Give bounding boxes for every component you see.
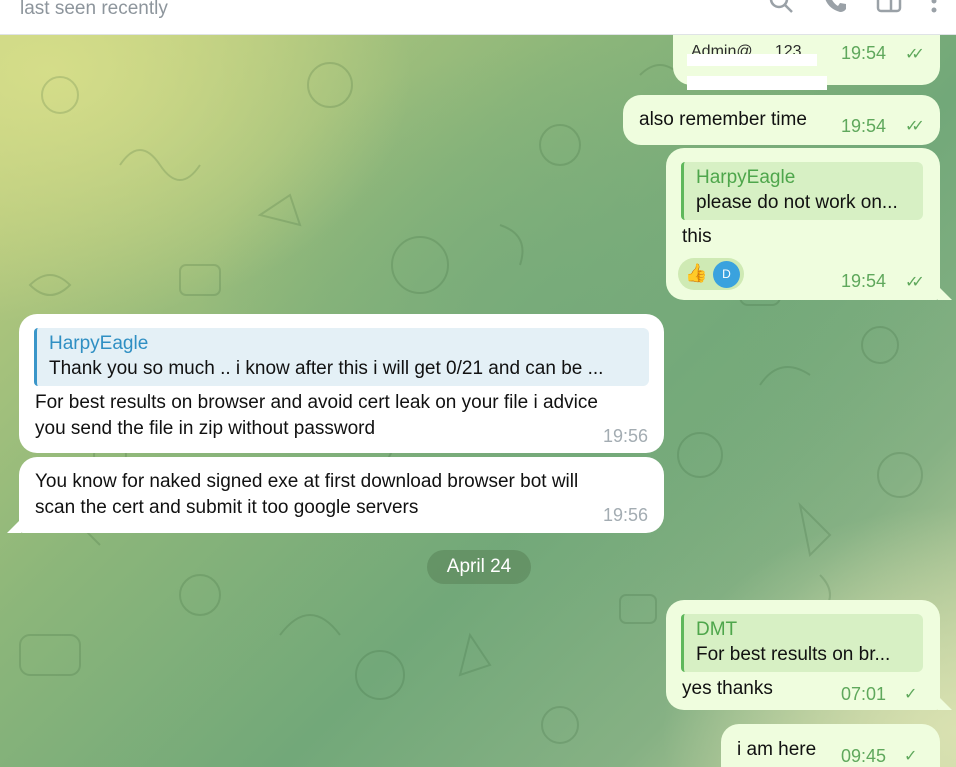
thumbs-up-icon: 👍 — [685, 263, 708, 283]
message-bubble-outgoing[interactable]: Admin@ ... 123 19:54 ✓✓ — [673, 35, 940, 90]
message-text: also remember time — [639, 109, 807, 130]
reply-preview[interactable]: DMT For best results on br... — [681, 614, 923, 672]
more-icon[interactable] — [930, 0, 938, 19]
search-icon[interactable] — [768, 0, 794, 19]
message-text-line: For best results on browser and avoid ce… — [35, 392, 598, 413]
phone-icon[interactable] — [822, 0, 848, 19]
message-bubble-incoming[interactable]: HarpyEagle Thank you so much .. i know a… — [19, 314, 664, 453]
message-time: 19:56 — [603, 426, 649, 446]
reply-snippet: For best results on br... — [696, 644, 891, 665]
message-time: 09:45 — [841, 746, 887, 766]
message-bubble-outgoing[interactable]: DMT For best results on br... yes thanks… — [666, 600, 940, 710]
message-time: 07:01 — [841, 684, 887, 704]
double-check-icon: ✓✓ — [905, 274, 925, 291]
chat-header: last seen recently — [0, 0, 956, 35]
message-bubble-outgoing[interactable]: also remember time 19:54 ✓✓ — [623, 95, 940, 145]
reply-preview[interactable]: HarpyEagle Thank you so much .. i know a… — [34, 328, 649, 386]
message-time: 19:54 — [841, 271, 887, 291]
reply-snippet: Thank you so much .. i know after this i… — [49, 358, 604, 379]
double-check-icon: ✓✓ — [905, 46, 925, 63]
redaction-mask — [687, 54, 817, 66]
message-text-line: You know for naked signed exe at first d… — [35, 471, 579, 492]
single-check-icon: ✓ — [904, 748, 918, 765]
message-time: 19:54 — [841, 43, 887, 63]
message-text: yes thanks — [682, 678, 773, 699]
user-status: last seen recently — [20, 0, 168, 19]
reply-author: HarpyEagle — [49, 333, 149, 354]
redaction-mask — [687, 76, 827, 90]
sidebar-icon[interactable] — [876, 0, 902, 19]
date-separator: April 24 — [427, 550, 531, 584]
message-bubble-outgoing[interactable]: HarpyEagle please do not work on... this… — [666, 148, 940, 300]
message-time: 19:54 — [841, 116, 887, 136]
double-check-icon: ✓✓ — [905, 118, 925, 135]
reaction-chip[interactable]: 👍 D — [678, 258, 744, 290]
message-text: i am here — [737, 739, 817, 760]
message-time: 19:56 — [603, 505, 649, 525]
reply-author: HarpyEagle — [696, 167, 796, 188]
reply-preview[interactable]: HarpyEagle please do not work on... — [681, 162, 923, 220]
message-text: this — [682, 226, 712, 247]
message-text-line: scan the cert and submit it too google s… — [35, 497, 419, 518]
reply-snippet: please do not work on... — [696, 192, 898, 213]
chat-area[interactable]: Admin@ ... 123 19:54 ✓✓ also remember ti… — [0, 35, 956, 767]
message-bubble-incoming[interactable]: You know for naked signed exe at first d… — [19, 457, 664, 533]
message-text-line: you send the file in zip without passwor… — [35, 418, 376, 439]
message-bubble-outgoing[interactable]: i am here 09:45 ✓ — [721, 724, 940, 767]
single-check-icon: ✓ — [904, 686, 918, 703]
reply-author: DMT — [696, 619, 738, 640]
avatar: D — [713, 261, 740, 288]
